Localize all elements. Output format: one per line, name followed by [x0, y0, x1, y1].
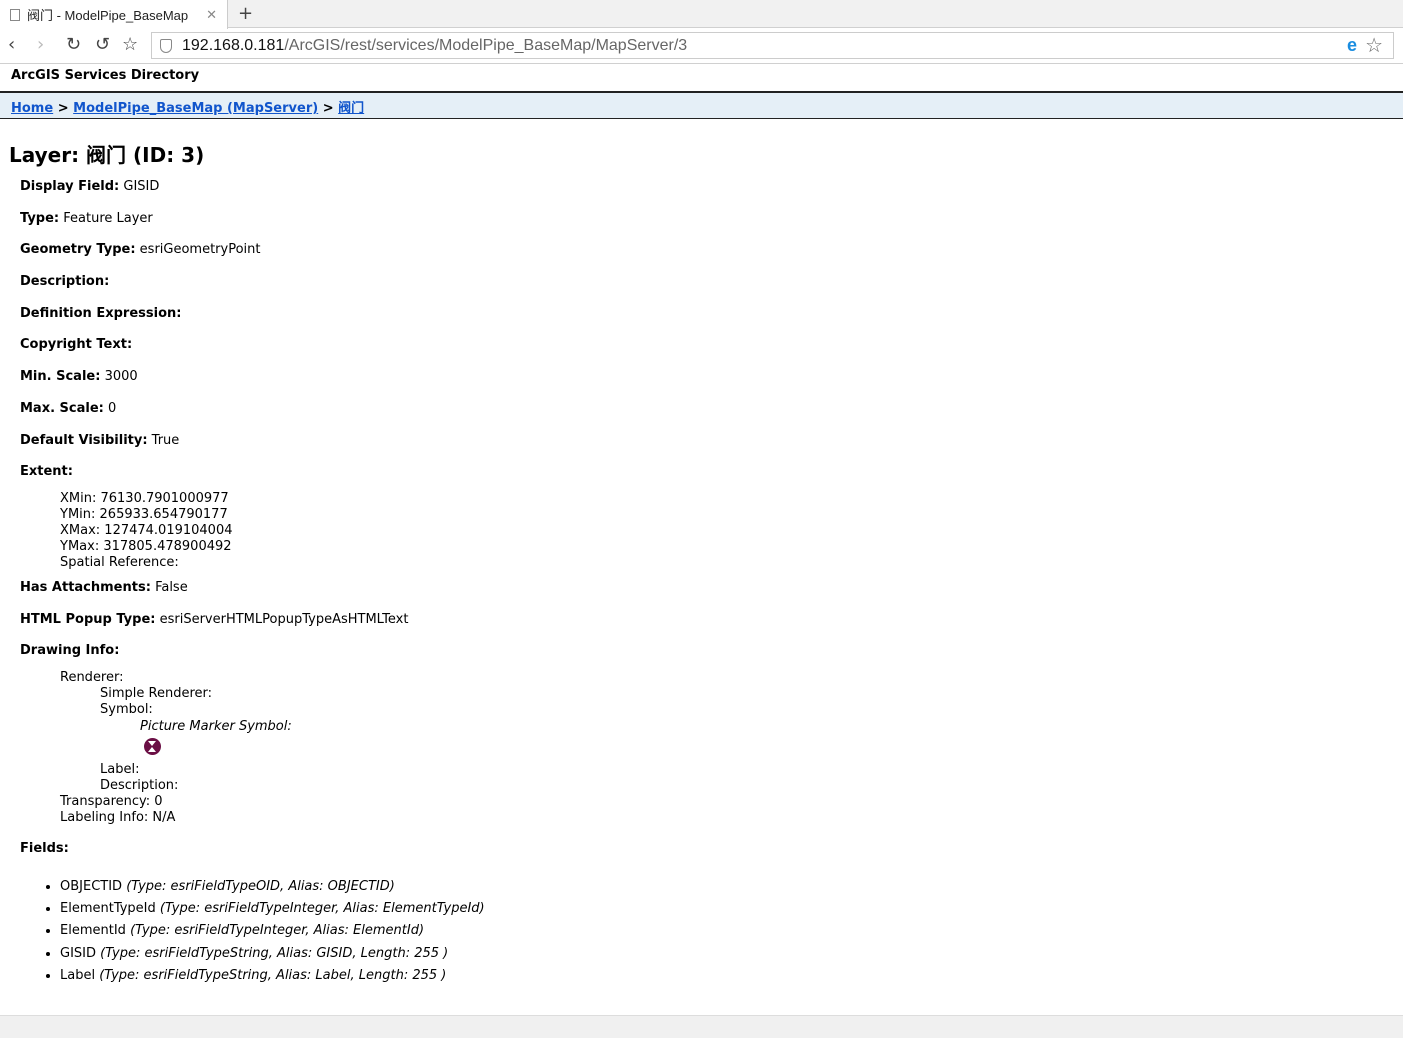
property-row: Definition Expression:: [20, 298, 1403, 330]
property-row: Max. Scale: 0: [20, 393, 1403, 425]
property-label: Description:: [20, 274, 110, 290]
field-info: (Type: esriFieldTypeString, Alias: Label…: [99, 967, 447, 983]
directory-header: ArcGIS Services Directory: [11, 68, 200, 83]
property-row: Copyright Text:: [20, 329, 1403, 361]
property-row: Display Field: GISID: [20, 171, 1403, 203]
property-row: Default Visibility: True: [20, 425, 1403, 457]
close-tab-icon[interactable]: ✕: [206, 7, 217, 23]
layer-details: Display Field: GISID Type: Feature Layer G…: [0, 171, 1403, 987]
browser-tab[interactable]: 阀门 - ModelPipe_BaseMap ✕: [0, 0, 228, 29]
property-row: Min. Scale: 3000: [20, 361, 1403, 393]
url-host: 192.168.0.181: [182, 36, 285, 54]
property-label: Max. Scale:: [20, 400, 104, 416]
field-name: OBJECTID: [60, 878, 123, 894]
field-item: GISID (Type: esriFieldTypeString, Alias:…: [60, 943, 1403, 965]
property-value: Feature Layer: [63, 210, 153, 226]
property-row: Drawing Info:: [20, 635, 1403, 667]
symbol-description-field: Description:: [100, 777, 179, 793]
field-name: Label: [60, 967, 96, 983]
tab-bar: 阀门 - ModelPipe_BaseMap ✕ +: [0, 0, 1403, 29]
field-item: OBJECTID (Type: esriFieldTypeOID, Alias:…: [60, 876, 1403, 898]
property-row: HTML Popup Type: esriServerHTMLPopupType…: [20, 604, 1403, 636]
property-label: Default Visibility:: [20, 432, 148, 448]
status-bar: [0, 1015, 1403, 1038]
page-title: Layer: 阀门 (ID: 3): [9, 143, 205, 167]
breadcrumb-home[interactable]: Home: [11, 101, 53, 116]
navigation-bar: ‹ › ↻ ↺ ☆ 192.168.0.181/ArcGIS/rest/serv…: [0, 28, 1403, 64]
simple-renderer-label: Simple Renderer:: [100, 685, 213, 701]
transparency: Transparency: 0: [60, 793, 163, 809]
labeling-info: Labeling Info: N/A: [60, 809, 176, 825]
property-label: Display Field:: [20, 179, 120, 194]
field-info: (Type: esriFieldTypeOID, Alias: OBJECTID…: [126, 878, 395, 894]
property-value: True: [151, 432, 180, 448]
property-row: Has Attachments: False: [20, 572, 1403, 604]
fields-list: OBJECTID (Type: esriFieldTypeOID, Alias:…: [60, 876, 1403, 987]
property-label: HTML Popup Type:: [20, 611, 156, 627]
property-label: Extent:: [20, 464, 73, 480]
property-label: Copyright Text:: [20, 337, 133, 353]
forward-icon[interactable]: ›: [37, 34, 44, 55]
extent-xmin: XMin: 76130.7901000977: [60, 490, 229, 506]
field-info: (Type: esriFieldTypeInteger, Alias: Elem…: [159, 900, 485, 916]
field-name: GISID: [60, 945, 97, 961]
tab-title: 阀门 - ModelPipe_BaseMap: [27, 8, 189, 23]
back-icon[interactable]: ‹: [8, 34, 15, 55]
breadcrumb-layer[interactable]: 阀门: [338, 101, 364, 116]
symbol-label: Symbol:: [100, 701, 153, 717]
property-value: GISID: [123, 179, 160, 194]
property-row: Geometry Type: esriGeometryPoint: [20, 234, 1403, 266]
breadcrumb-separator: >: [57, 101, 69, 116]
property-row: Type: Feature Layer: [20, 203, 1403, 235]
shield-icon: [160, 38, 172, 53]
undo-icon[interactable]: ↺: [95, 34, 110, 55]
reload-icon[interactable]: ↻: [66, 34, 81, 55]
new-tab-button[interactable]: +: [238, 3, 253, 24]
property-label: Geometry Type:: [20, 242, 136, 258]
property-value: False: [155, 579, 188, 595]
field-info: (Type: esriFieldTypeInteger, Alias: Elem…: [130, 923, 425, 939]
document-icon: [10, 8, 20, 21]
property-label: Min. Scale:: [20, 369, 101, 385]
property-row: Description:: [20, 266, 1403, 298]
symbol-label-field: Label:: [100, 761, 140, 777]
breadcrumb-separator: >: [322, 101, 334, 116]
field-name: ElementTypeId: [60, 900, 156, 916]
extent-spatial-reference: Spatial Reference:: [60, 554, 179, 570]
url-path: /ArcGIS/rest/services/ModelPipe_BaseMap/…: [284, 36, 688, 54]
extent-ymax: YMax: 317805.478900492: [60, 538, 232, 554]
property-label: Definition Expression:: [20, 305, 182, 321]
favorite-star-icon[interactable]: ☆: [1365, 33, 1383, 58]
breadcrumb-service[interactable]: ModelPipe_BaseMap (MapServer): [73, 101, 318, 116]
property-label: Drawing Info:: [20, 643, 120, 659]
fields-heading: Fields:: [20, 840, 69, 856]
picture-marker-label: Picture Marker Symbol:: [140, 718, 292, 734]
extent-xmax: XMax: 127474.019104004: [60, 522, 233, 538]
address-bar[interactable]: 192.168.0.181/ArcGIS/rest/services/Model…: [151, 32, 1394, 59]
bookmark-star-icon[interactable]: ☆: [122, 34, 138, 55]
renderer-label: Renderer:: [60, 669, 124, 685]
property-value: 3000: [104, 369, 138, 385]
property-value: 0: [108, 400, 117, 416]
valve-marker-symbol-icon: [144, 737, 161, 755]
drawing-info-block: Renderer: Simple Renderer: Symbol: Pictu…: [20, 670, 1403, 826]
property-value: esriGeometryPoint: [139, 242, 261, 258]
field-item: ElementTypeId (Type: esriFieldTypeIntege…: [60, 898, 1403, 920]
field-name: ElementId: [60, 923, 126, 939]
property-label: Has Attachments:: [20, 579, 151, 595]
property-row: Extent:: [20, 456, 1403, 488]
field-item: ElementId (Type: esriFieldTypeInteger, A…: [60, 920, 1403, 942]
breadcrumb: Home > ModelPipe_BaseMap (MapServer) > 阀…: [0, 91, 1403, 119]
ie-icon[interactable]: e: [1347, 35, 1357, 56]
extent-block: XMin: 76130.7901000977 YMin: 265933.6547…: [20, 491, 1403, 571]
extent-ymin: YMin: 265933.654790177: [60, 506, 228, 522]
field-item: Label (Type: esriFieldTypeString, Alias:…: [60, 965, 1403, 987]
property-label: Type:: [20, 210, 60, 226]
property-value: esriServerHTMLPopupTypeAsHTMLText: [159, 611, 409, 627]
field-info: (Type: esriFieldTypeString, Alias: GISID…: [100, 945, 449, 961]
